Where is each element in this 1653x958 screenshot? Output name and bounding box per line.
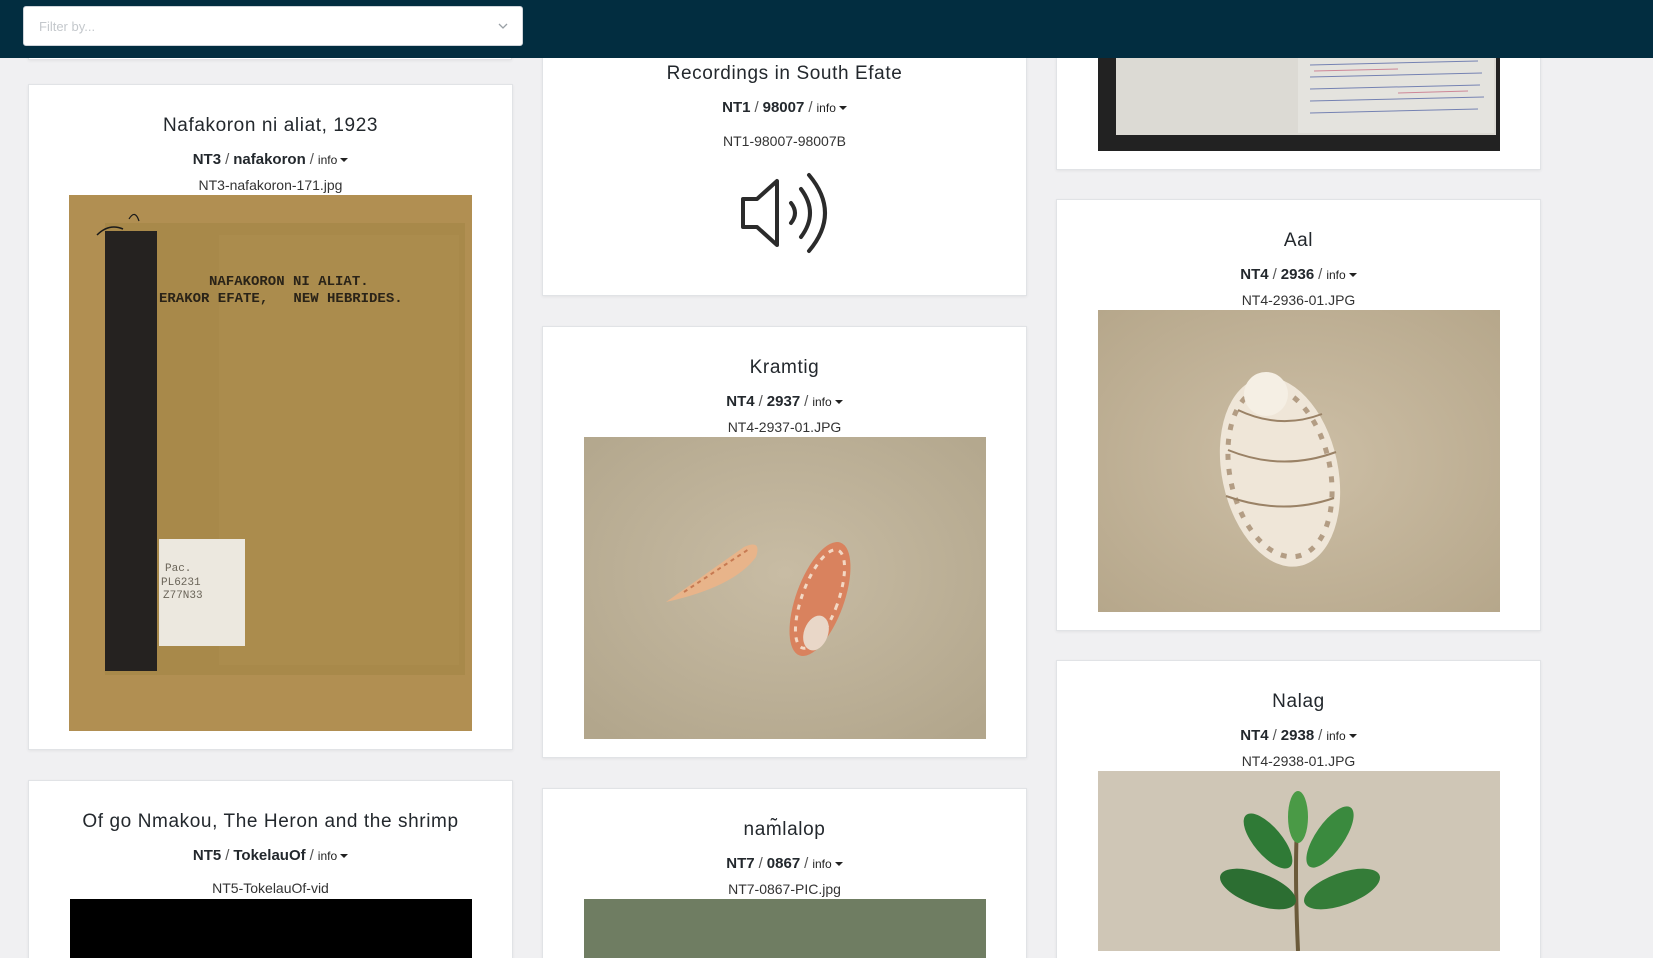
item-card-recordings[interactable]: Recordings in South Efate NT1/98007/info… [542, 30, 1027, 296]
item-card-kramtig[interactable]: Kramtig NT4/2937/info NT4-2937-01.JPG [542, 326, 1027, 758]
chevron-down-icon[interactable] [497, 20, 509, 32]
label-line-3: Z77N33 [163, 590, 203, 602]
collection-link[interactable]: NT5 [193, 847, 221, 864]
item-card-nalag[interactable]: Nalag NT4/2938/info NT4-2938-01.JPG [1056, 660, 1541, 958]
item-link[interactable]: 0867 [767, 855, 800, 872]
collection-link[interactable]: NT3 [193, 151, 221, 168]
shell-photo [584, 437, 986, 739]
item-image[interactable] [584, 437, 986, 739]
caret-down-icon[interactable] [1348, 734, 1357, 739]
info-dropdown[interactable]: info [812, 857, 831, 871]
item-image[interactable]: NAFAKORON NI ALIAT. ERAKOR EFATE, NEW HE… [69, 195, 472, 731]
leaf-photo [1098, 771, 1500, 951]
label-line-2: PL6231 [161, 577, 201, 589]
item-filename[interactable]: NT4-2938-01.JPG [1057, 753, 1540, 769]
info-dropdown[interactable]: info [318, 153, 337, 167]
item-meta: NT1/98007/info [543, 99, 1026, 116]
item-card-aal[interactable]: Aal NT4/2936/info NT4-2936-01.JPG [1056, 199, 1541, 631]
item-filename[interactable]: NT3-nafakoron-171.jpg [29, 177, 512, 193]
caret-down-icon[interactable] [340, 854, 349, 859]
item-meta: NT3/nafakoron / info [29, 151, 512, 168]
item-filename[interactable]: NT4-2936-01.JPG [1057, 292, 1540, 308]
label-line-1: Pac. [165, 563, 191, 575]
item-card-nafakoron[interactable]: Nafakoron ni aliat, 1923 NT3/nafakoron / i… [28, 84, 513, 750]
item-meta: NT5/TokelauOf / info [29, 847, 512, 864]
collection-link[interactable]: NT7 [726, 855, 754, 872]
caret-down-icon[interactable] [838, 106, 847, 111]
item-link[interactable]: 98007 [763, 99, 805, 116]
shell-photo [1098, 310, 1500, 612]
item-filename[interactable]: NT7-0867-PIC.jpg [543, 881, 1026, 897]
info-dropdown[interactable]: info [318, 849, 337, 863]
item-link[interactable]: 2938 [1281, 727, 1314, 744]
collection-link[interactable]: NT4 [1240, 727, 1268, 744]
item-link[interactable]: 2936 [1281, 266, 1314, 283]
info-dropdown[interactable]: info [812, 395, 831, 409]
collection-link[interactable]: NT4 [1240, 266, 1268, 283]
item-title: nam̃lalop [743, 819, 826, 840]
cover-line-1: NAFAKORON NI ALIAT. [209, 274, 369, 290]
item-filename[interactable]: NT4-2937-01.JPG [543, 419, 1026, 435]
item-meta: NT7/0867/info [543, 855, 1026, 872]
item-meta: NT4/2936/info [1057, 266, 1540, 283]
collection-link[interactable]: NT4 [726, 393, 754, 410]
item-image[interactable] [1098, 310, 1500, 612]
video-thumbnail[interactable] [70, 899, 472, 958]
cover-line-2: ERAKOR EFATE, NEW HEBRIDES. [159, 291, 403, 307]
item-meta: NT4/2937/info [543, 393, 1026, 410]
item-title: Nafakoron ni aliat, 1923 [162, 115, 379, 136]
info-dropdown[interactable]: info [817, 101, 836, 115]
caret-down-icon[interactable] [1348, 273, 1357, 278]
item-filename[interactable]: NT1-98007-98007B [543, 133, 1026, 149]
item-image[interactable] [584, 899, 986, 958]
item-link[interactable]: 2937 [767, 393, 800, 410]
book-cover-image: NAFAKORON NI ALIAT. ERAKOR EFATE, NEW HE… [69, 195, 472, 731]
speaker-icon[interactable] [739, 171, 833, 255]
filter-input[interactable] [24, 7, 522, 45]
item-title: Aal [1283, 230, 1314, 251]
item-title: Nalag [1272, 691, 1325, 712]
item-filename[interactable]: NT5-TokelauOf-vid [29, 880, 512, 896]
item-title: Recordings in South Efate [666, 63, 903, 84]
caret-down-icon[interactable] [834, 862, 843, 867]
item-image[interactable] [1098, 771, 1500, 951]
info-dropdown[interactable]: info [1326, 268, 1345, 282]
item-card-namlalop[interactable]: nam̃lalop NT7/0867/info NT7-0867-PIC.jpg [542, 788, 1027, 958]
top-bar [0, 0, 1653, 58]
item-meta: NT4/2938/info [1057, 727, 1540, 744]
caret-down-icon[interactable] [834, 400, 843, 405]
collection-link[interactable]: NT1 [722, 99, 750, 116]
item-title: Kramtig [749, 357, 820, 378]
item-link[interactable]: nafakoron [233, 151, 306, 168]
info-dropdown[interactable]: info [1326, 729, 1345, 743]
caret-down-icon[interactable] [340, 158, 349, 163]
item-link[interactable]: TokelauOf [233, 847, 305, 864]
item-card-heron[interactable]: Of go Nmakou, The Heron and the shrimp N… [28, 780, 513, 958]
item-title: Of go Nmakou, The Heron and the shrimp [82, 811, 459, 832]
filter-select[interactable] [23, 6, 523, 46]
